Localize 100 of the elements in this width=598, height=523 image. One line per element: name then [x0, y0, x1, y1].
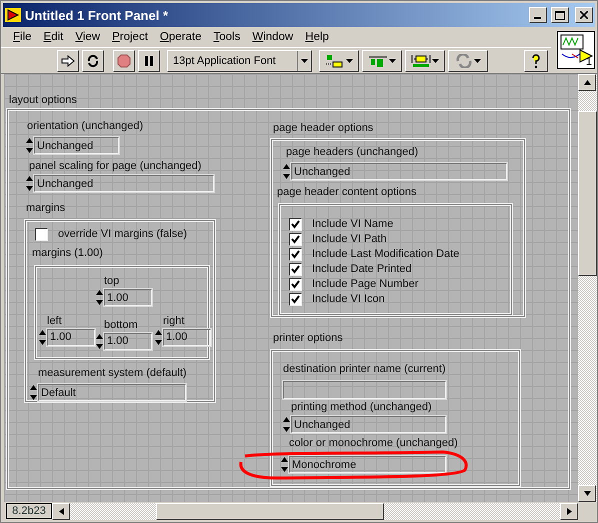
control-label: panel scaling for page (unchanged): [29, 160, 202, 173]
pause-icon: [144, 54, 154, 66]
resize-button[interactable]: [405, 50, 445, 72]
pause-button[interactable]: [138, 50, 160, 72]
menu-item[interactable]: Edit: [38, 31, 70, 43]
ring-control[interactable]: Unchanged: [34, 137, 119, 154]
spinner-arrows-icon[interactable]: [39, 328, 47, 346]
ring-control[interactable]: Unchanged: [291, 163, 507, 180]
checkbox[interactable]: [289, 293, 302, 306]
spinner-arrows-icon[interactable]: [26, 175, 34, 192]
spinner-arrows-icon[interactable]: [30, 384, 38, 401]
ring-control[interactable]: Unchanged: [291, 416, 446, 433]
numeric-field[interactable]: 1.00: [47, 328, 95, 346]
numeric-label: right: [163, 314, 184, 328]
text-field[interactable]: [283, 381, 446, 399]
checkbox[interactable]: [289, 233, 302, 246]
checkbox[interactable]: [289, 263, 302, 276]
cluster-label: margins (1.00): [32, 247, 104, 260]
control-label: page headers (unchanged): [286, 146, 420, 159]
scroll-right-button[interactable]: [560, 502, 578, 520]
menu-item[interactable]: View: [69, 31, 106, 43]
distribute-button[interactable]: [362, 50, 402, 72]
spinner-arrows-icon[interactable]: [155, 328, 163, 346]
caret-icon: [474, 58, 481, 62]
version-label: 8.2b23: [6, 503, 52, 519]
numeric-label: bottom: [104, 318, 138, 332]
menu-item[interactable]: Window: [246, 31, 300, 43]
ring-control[interactable]: Default: [38, 384, 186, 401]
checkbox-label: Include Date Printed: [312, 263, 412, 276]
cycle-arrows-icon: [86, 54, 100, 68]
abort-button[interactable]: [113, 50, 135, 72]
menu-item[interactable]: Project: [106, 31, 154, 43]
spinner-arrows-icon[interactable]: [96, 332, 104, 350]
help-button[interactable]: [524, 50, 548, 72]
menu-item[interactable]: File: [7, 31, 38, 43]
numeric-label: left: [47, 314, 62, 328]
up-arrow-icon: [584, 80, 590, 85]
font-dropdown[interactable]: 13pt Application Font: [167, 50, 312, 72]
scroll-down-button[interactable]: [578, 485, 596, 502]
scroll-up-button[interactable]: [578, 74, 596, 91]
control-label: orientation (unchanged): [27, 120, 144, 133]
checkbox[interactable]: [35, 228, 48, 241]
scrollbar-thumb[interactable]: [578, 111, 597, 276]
cluster-label: margins: [26, 202, 66, 215]
spinner-arrows-icon[interactable]: [26, 137, 34, 154]
maximize-button[interactable]: [551, 7, 569, 23]
numeric-label: top: [104, 275, 120, 288]
down-arrow-icon: [584, 491, 590, 496]
stop-icon: [117, 54, 131, 68]
caret-icon: [346, 58, 353, 62]
menu-item[interactable]: Help: [299, 31, 335, 43]
maximize-icon: [555, 10, 565, 20]
numeric-field[interactable]: 1.00: [104, 332, 152, 350]
run-continuously-button[interactable]: [82, 50, 104, 72]
control-label: printing method (unchanged): [291, 401, 433, 414]
ring-control[interactable]: Unchanged: [34, 175, 214, 192]
checkbox[interactable]: [289, 218, 302, 231]
checkbox-label: Include VI Name: [312, 218, 394, 231]
window-title: Untitled 1 Front Panel *: [25, 8, 170, 22]
numeric-field[interactable]: 1.00: [104, 289, 152, 306]
left-arrow-icon: [58, 508, 64, 514]
caret-icon: [301, 58, 308, 62]
cycle-arrows-icon: [455, 54, 473, 68]
cluster-label: page header content options: [277, 186, 418, 199]
checkbox-label: Include VI Icon: [312, 293, 385, 306]
align-button[interactable]: [319, 50, 359, 72]
menu-item[interactable]: Operate: [154, 31, 208, 43]
scrollbar-thumb[interactable]: [156, 502, 384, 520]
right-arrow-icon: [566, 508, 572, 514]
control-label: measurement system (default): [38, 367, 188, 380]
close-icon: [580, 11, 588, 19]
app-icon: [5, 7, 21, 23]
cluster-label: printer options: [273, 332, 344, 345]
spinner-arrows-icon[interactable]: [283, 416, 291, 433]
caret-icon: [389, 58, 396, 62]
reorder-button[interactable]: [448, 50, 488, 72]
ring-control[interactable]: Monochrome: [289, 456, 446, 473]
numeric-field[interactable]: 1.00: [163, 328, 211, 346]
close-button[interactable]: [575, 7, 593, 23]
spinner-arrows-icon[interactable]: [96, 289, 104, 306]
spinner-arrows-icon[interactable]: [281, 456, 289, 473]
minimize-button[interactable]: [529, 7, 547, 23]
spinner-arrows-icon[interactable]: [283, 163, 291, 180]
control-label: destination printer name (current): [283, 363, 447, 376]
caret-icon: [432, 58, 439, 62]
scroll-left-button[interactable]: [52, 502, 70, 520]
checkbox[interactable]: [289, 278, 302, 291]
checkbox-label: Include Last Modification Date: [312, 248, 460, 261]
menu-item[interactable]: Tools: [207, 31, 246, 43]
run-button[interactable]: [57, 50, 79, 72]
arrow-icon: [61, 54, 75, 66]
checkbox-label: Include VI Path: [312, 233, 387, 246]
control-label: color or monochrome (unchanged): [289, 437, 459, 450]
cluster-label: page header options: [273, 122, 374, 135]
cluster-label: layout options: [9, 94, 78, 107]
checkbox[interactable]: [289, 248, 302, 261]
question-mark-icon: [530, 52, 542, 68]
checkbox-label: override VI margins (false): [58, 228, 187, 241]
resize-icon: [411, 54, 431, 68]
distribute-icon: [368, 54, 388, 68]
